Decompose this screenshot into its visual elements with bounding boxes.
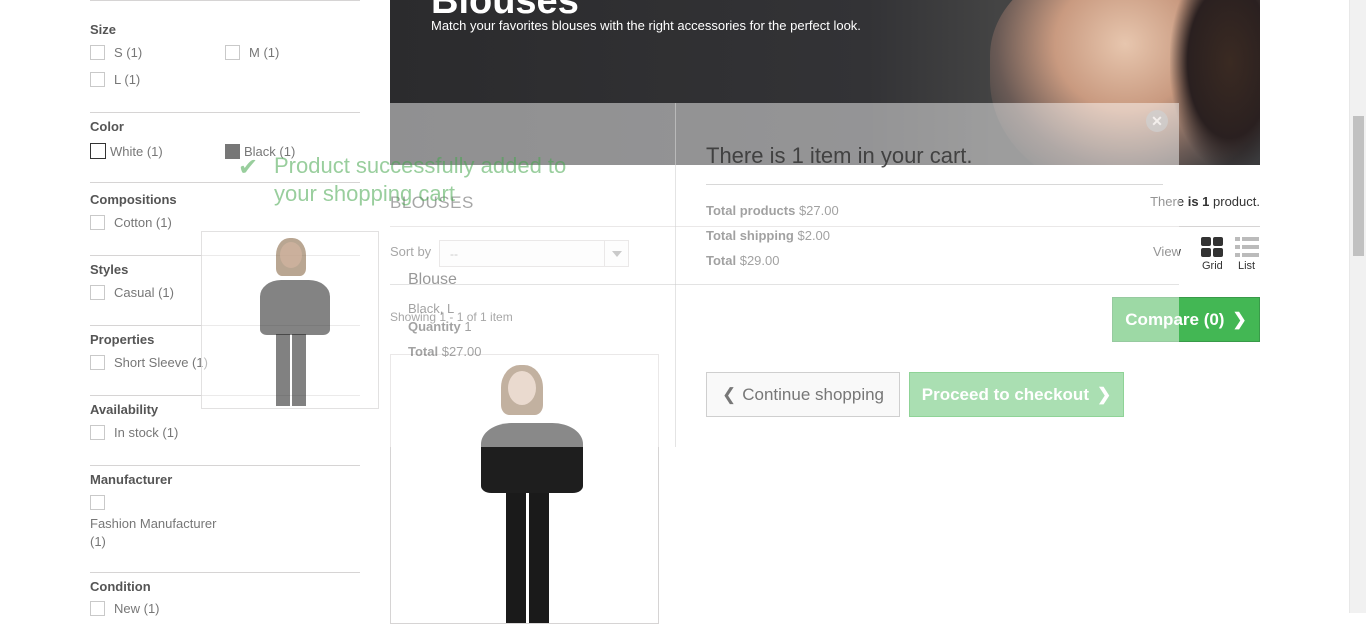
grid-label[interactable]: Grid (1202, 260, 1223, 272)
filter-condition: Condition (90, 579, 360, 594)
list-label[interactable]: List (1238, 260, 1255, 272)
filter-option-new[interactable]: New (1) (90, 601, 160, 616)
filter-title: Size (90, 22, 117, 37)
checkbox[interactable] (90, 355, 105, 370)
filter-title: Color (90, 119, 124, 134)
page-scrollbar[interactable] (1349, 0, 1366, 613)
banner-model-hair (1170, 0, 1260, 165)
divider (90, 112, 360, 113)
chevron-left-icon: ❮ (721, 384, 737, 404)
filter-manufacturer: Manufacturer (90, 472, 360, 487)
close-icon[interactable]: ✕ (1146, 110, 1168, 132)
option-label: S (1) (114, 45, 143, 60)
checkbox[interactable] (225, 45, 240, 60)
option-label: Short Sleeve (1) (114, 355, 208, 370)
filter-option-short-sleeve[interactable]: Short Sleeve (1) (90, 355, 208, 370)
option-label: In stock (1) (114, 425, 179, 440)
white-swatch[interactable] (90, 143, 106, 159)
added-product-image (201, 231, 379, 409)
total-shipping: Total shipping $2.00 (706, 228, 831, 243)
list-view-icon[interactable] (1235, 237, 1259, 258)
option-label: L (1) (114, 72, 141, 87)
option-label: New (1) (114, 601, 160, 616)
filter-option-l[interactable]: L (1) (90, 72, 140, 87)
filter-option-s[interactable]: S (1) (90, 45, 142, 60)
color-option-white[interactable]: White (1) (90, 143, 163, 159)
option-count: (1) (90, 534, 106, 549)
continue-label: Continue shopping (742, 384, 885, 404)
chevron-right-icon: ❯ (1232, 309, 1247, 329)
option-label[interactable]: Fashion Manufacturer (90, 516, 216, 531)
option-label: M (1) (249, 45, 280, 60)
added-product-quantity: Quantity 1 (408, 319, 472, 334)
chevron-right-icon: ❯ (1096, 384, 1112, 404)
checkbox[interactable] (90, 45, 105, 60)
cart-confirmation-modal: ✔ Product successfully added to your sho… (201, 103, 1179, 447)
filter-option-cotton[interactable]: Cotton (1) (90, 215, 172, 230)
added-product-name: Blouse (408, 271, 457, 288)
filter-color: Color (90, 119, 360, 134)
divider (90, 465, 360, 466)
filter-option-in-stock[interactable]: In stock (1) (90, 425, 178, 440)
grand-total: Total $29.00 (706, 253, 780, 268)
checkbox[interactable] (90, 215, 105, 230)
checkbox[interactable] (90, 601, 105, 616)
checkbox-fashion-manufacturer[interactable] (90, 495, 105, 510)
option-label: Casual (1) (114, 285, 174, 300)
option-label: White (1) (110, 143, 163, 159)
checkbox[interactable] (90, 285, 105, 300)
option-label: Cotton (1) (114, 215, 172, 230)
grid-view-icon[interactable] (1201, 237, 1224, 258)
filter-option-casual[interactable]: Casual (1) (90, 285, 174, 300)
sidebar-top-divider (90, 0, 360, 1)
banner-subtitle: Match your favorites blouses with the ri… (431, 18, 861, 33)
added-product-attributes: Black, L (408, 301, 455, 316)
divider (90, 572, 360, 573)
filter-title: Condition (90, 579, 151, 594)
added-product-total: Total $27.00 (408, 344, 482, 359)
modal-horizontal-line (390, 284, 1179, 285)
checkout-label: Proceed to checkout (921, 384, 1089, 404)
modal-divider (675, 103, 676, 447)
scrollbar-thumb[interactable] (1353, 116, 1364, 256)
filter-title: Manufacturer (90, 472, 173, 487)
check-icon: ✔ (238, 154, 259, 181)
proceed-to-checkout-button[interactable]: Proceed to checkout ❯ (909, 372, 1124, 417)
checkbox[interactable] (90, 425, 105, 440)
checkbox[interactable] (90, 72, 105, 87)
filter-option-m[interactable]: M (1) (225, 45, 279, 60)
total-products: Total products $27.00 (706, 203, 839, 218)
continue-shopping-button[interactable]: ❮ Continue shopping (706, 372, 900, 417)
cart-summary-heading: There is 1 item in your cart. (706, 143, 973, 168)
cart-divider (706, 184, 1163, 185)
filter-size: Size (90, 22, 360, 37)
success-message: ✔ Product successfully added to your sho… (238, 153, 567, 206)
